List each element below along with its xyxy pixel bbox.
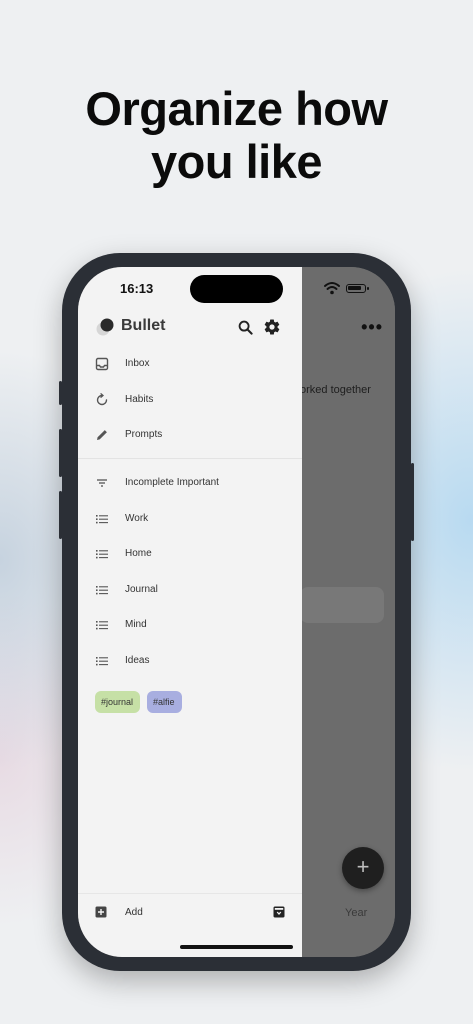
phone-volume-up	[59, 429, 62, 477]
phone-side-button	[59, 381, 62, 405]
tab-year[interactable]: Year	[345, 907, 367, 919]
gear-icon[interactable]	[263, 318, 281, 336]
list-icon	[96, 586, 108, 595]
drawer-item-label: Mind	[125, 619, 147, 630]
home-indicator[interactable]	[180, 945, 293, 949]
list-icon	[96, 515, 108, 524]
drawer-item-label: Home	[125, 548, 152, 559]
drawer-item-prompts[interactable]: Prompts	[78, 419, 302, 453]
drawer-item-label: Incomplete Important	[125, 477, 219, 488]
drawer-item-work[interactable]: Work	[78, 503, 302, 537]
drawer-item-label: Ideas	[125, 655, 150, 666]
list-icon	[96, 621, 108, 630]
background-card	[300, 587, 384, 623]
background-entry-text: orked together	[300, 384, 371, 396]
navigation-drawer: 16:13 Bullet Inbox Habits Prompts Incomp…	[78, 267, 302, 957]
phone-screen: ••• orked together + Year 16:13 Bullet I…	[78, 267, 395, 957]
phone-power-button	[411, 463, 414, 541]
wifi-icon	[324, 282, 340, 295]
drawer-item-incomplete-important[interactable]: Incomplete Important	[78, 467, 302, 501]
bullet-logo-icon	[96, 318, 114, 336]
list-icon	[96, 657, 108, 666]
app-title: Bullet	[121, 317, 166, 334]
drawer-header: Bullet	[78, 313, 302, 341]
headline-line-2: you like	[150, 135, 323, 188]
more-options-icon[interactable]: •••	[361, 317, 383, 338]
add-list-button[interactable]: Add	[125, 907, 143, 918]
drawer-item-habits[interactable]: Habits	[78, 384, 302, 418]
battery-icon	[346, 284, 369, 293]
pencil-icon	[97, 430, 107, 440]
add-square-icon[interactable]	[95, 906, 107, 918]
list-icon	[96, 550, 108, 559]
phone-frame: ••• orked together + Year 16:13 Bullet I…	[59, 253, 414, 971]
status-time: 16:13	[120, 281, 154, 296]
drawer-item-ideas[interactable]: Ideas	[78, 645, 302, 679]
archive-icon[interactable]	[273, 906, 285, 918]
search-icon[interactable]	[238, 320, 253, 335]
drawer-item-home[interactable]: Home	[78, 538, 302, 572]
drawer-item-label: Work	[125, 513, 149, 524]
headline: Organize how you like	[0, 82, 473, 188]
drawer-item-label: Journal	[125, 584, 158, 595]
drawer-item-journal[interactable]: Journal	[78, 574, 302, 608]
tag-journal[interactable]: #journal	[95, 691, 140, 713]
filter-icon	[97, 479, 107, 487]
drawer-item-inbox[interactable]: Inbox	[78, 348, 302, 382]
inbox-icon	[95, 357, 109, 371]
drawer-item-label: Inbox	[125, 358, 150, 369]
drawer-item-label: Habits	[125, 394, 154, 405]
drawer-item-mind[interactable]: Mind	[78, 609, 302, 643]
dynamic-island	[190, 275, 283, 303]
headline-line-1: Organize how	[85, 82, 388, 135]
drawer-item-label: Prompts	[125, 429, 163, 440]
add-fab-button[interactable]: +	[342, 847, 384, 889]
drawer-bottom-bar: Add	[78, 893, 302, 930]
tag-alfie[interactable]: #alfie	[147, 691, 182, 713]
phone-volume-down	[59, 491, 62, 539]
drawer-divider	[78, 458, 302, 459]
habit-loop-icon	[96, 393, 108, 406]
